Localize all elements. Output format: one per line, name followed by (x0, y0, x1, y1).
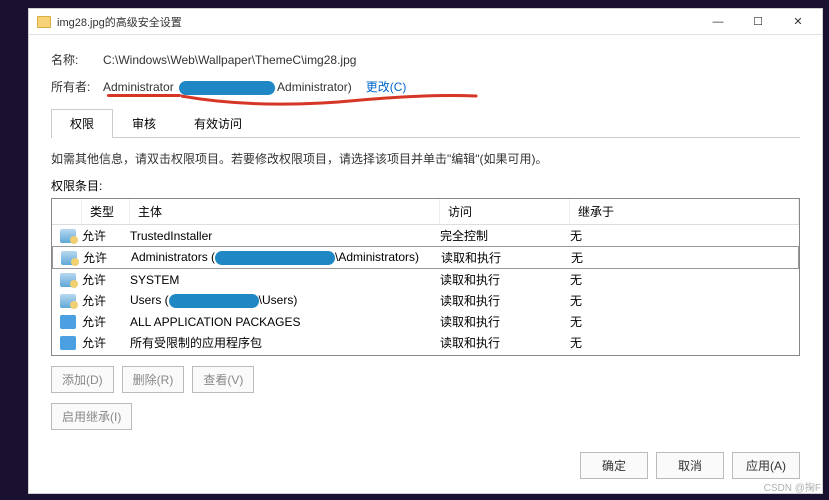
cancel-button[interactable]: 取消 (656, 452, 724, 479)
add-button[interactable]: 添加(D) (51, 366, 114, 393)
permission-row[interactable]: 允许所有受限制的应用程序包读取和执行无 (52, 332, 799, 353)
security-settings-window: img28.jpg的高级安全设置 — ☐ ✕ 名称: C:\Windows\We… (28, 8, 823, 494)
user-group-icon (60, 229, 76, 243)
cell-type: 允许 (82, 334, 130, 351)
annotation-curve (181, 92, 481, 110)
col-access[interactable]: 访问 (440, 199, 570, 224)
cell-principal: Users (\Users) (130, 293, 440, 308)
permission-row[interactable]: 允许Administrators (\Administrators)读取和执行无 (52, 246, 799, 269)
cell-access: 读取和执行 (440, 334, 570, 351)
maximize-button[interactable]: ☐ (738, 9, 778, 35)
annotation-redline (107, 94, 181, 97)
tab-2[interactable]: 有效访问 (175, 109, 261, 137)
cell-access: 读取和执行 (440, 271, 570, 288)
permission-list-label: 权限条目: (51, 177, 800, 194)
permission-list[interactable]: 类型 主体 访问 继承于 允许TrustedInstaller完全控制无允许Ad… (51, 198, 800, 356)
enable-inheritance-button[interactable]: 启用继承(I) (51, 403, 132, 430)
cell-inherit: 无 (570, 313, 799, 330)
owner-label: 所有者: (51, 78, 103, 95)
list-body: 允许TrustedInstaller完全控制无允许Administrators … (52, 225, 799, 353)
redaction-box (215, 251, 335, 265)
tab-0[interactable]: 权限 (51, 109, 113, 138)
tab-strip: 权限审核有效访问 (51, 109, 800, 138)
cell-access: 完全控制 (440, 227, 570, 244)
cell-type: 允许 (82, 227, 130, 244)
help-text: 如需其他信息，请双击权限项目。若要修改权限项目，请选择该项目并单击"编辑"(如果… (51, 150, 800, 167)
permission-row[interactable]: 允许SYSTEM读取和执行无 (52, 269, 799, 290)
cell-type: 允许 (83, 249, 131, 266)
window-controls: — ☐ ✕ (698, 9, 818, 35)
cell-principal: ALL APPLICATION PACKAGES (130, 315, 440, 329)
cell-type: 允许 (82, 313, 130, 330)
package-icon (60, 315, 76, 329)
user-group-icon (60, 294, 76, 308)
redaction-box (169, 294, 259, 308)
cell-type: 允许 (82, 292, 130, 309)
user-group-icon (61, 251, 77, 265)
cell-type: 允许 (82, 271, 130, 288)
close-button[interactable]: ✕ (778, 9, 818, 35)
remove-button[interactable]: 删除(R) (122, 366, 185, 393)
col-icon (52, 199, 82, 224)
col-principal[interactable]: 主体 (130, 199, 440, 224)
cell-principal: SYSTEM (130, 273, 440, 287)
cell-principal: TrustedInstaller (130, 229, 440, 243)
tab-1[interactable]: 审核 (113, 109, 175, 137)
minimize-button[interactable]: — (698, 9, 738, 35)
inherit-buttons: 启用继承(I) (51, 403, 800, 430)
permission-row[interactable]: 允许TrustedInstaller完全控制无 (52, 225, 799, 246)
window-title: img28.jpg的高级安全设置 (57, 14, 698, 30)
dialog-footer: 确定 取消 应用(A) (29, 442, 822, 493)
titlebar[interactable]: img28.jpg的高级安全设置 — ☐ ✕ (29, 9, 822, 35)
name-row: 名称: C:\Windows\Web\Wallpaper\ThemeC\img2… (51, 51, 800, 68)
permission-row[interactable]: 允许Users (\Users)读取和执行无 (52, 290, 799, 311)
cell-access: 读取和执行 (440, 292, 570, 309)
cell-principal: Administrators (\Administrators) (131, 250, 441, 265)
name-value: C:\Windows\Web\Wallpaper\ThemeC\img28.jp… (103, 53, 356, 67)
cell-inherit: 无 (570, 292, 799, 309)
col-inherit[interactable]: 继承于 (570, 199, 799, 224)
name-label: 名称: (51, 51, 103, 68)
apply-button[interactable]: 应用(A) (732, 452, 800, 479)
cell-access: 读取和执行 (440, 313, 570, 330)
cell-inherit: 无 (570, 334, 799, 351)
owner-pre: Administrator (103, 80, 174, 94)
cell-inherit: 无 (570, 227, 799, 244)
col-type[interactable]: 类型 (82, 199, 130, 224)
folder-icon (37, 16, 51, 28)
owner-row: 所有者: Administrator Administrator) 更改(C) (51, 78, 800, 95)
cell-principal: 所有受限制的应用程序包 (130, 334, 440, 351)
user-group-icon (60, 273, 76, 287)
list-action-buttons: 添加(D) 删除(R) 查看(V) (51, 366, 800, 393)
content-area: 名称: C:\Windows\Web\Wallpaper\ThemeC\img2… (29, 35, 822, 442)
ok-button[interactable]: 确定 (580, 452, 648, 479)
permission-row[interactable]: 允许ALL APPLICATION PACKAGES读取和执行无 (52, 311, 799, 332)
view-button[interactable]: 查看(V) (192, 366, 254, 393)
cell-access: 读取和执行 (441, 249, 571, 266)
cell-inherit: 无 (571, 249, 798, 266)
list-header: 类型 主体 访问 继承于 (52, 199, 799, 225)
package-icon (60, 336, 76, 350)
cell-inherit: 无 (570, 271, 799, 288)
